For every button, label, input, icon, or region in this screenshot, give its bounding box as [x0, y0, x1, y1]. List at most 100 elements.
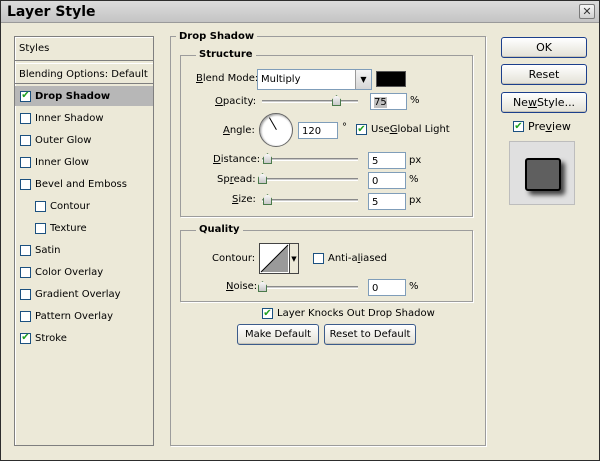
make-default-button[interactable]: Make Default — [237, 324, 319, 345]
size-unit: px — [409, 195, 422, 206]
checkbox-box — [313, 253, 324, 264]
checkbox-box[interactable] — [20, 134, 31, 146]
reset-to-default-button[interactable]: Reset to Default — [324, 324, 416, 345]
contour-picker[interactable] — [259, 243, 290, 274]
spread-input[interactable]: 0 — [368, 172, 406, 189]
distance-unit: px — [409, 155, 422, 166]
angle-label: Angle: — [223, 125, 255, 136]
style-item[interactable]: Inner Shadow — [15, 108, 153, 128]
contour-label: Contour: — [212, 253, 256, 264]
angle-input[interactable]: 120 — [298, 122, 338, 139]
check-icon[interactable]: ✔ — [20, 90, 31, 102]
size-label: Size: — [232, 194, 256, 205]
blending-options-item[interactable]: Blending Options: Default — [15, 63, 153, 84]
style-item[interactable]: Texture — [15, 218, 153, 238]
distance-input[interactable]: 5 — [368, 152, 406, 169]
style-item-label: Color Overlay — [35, 266, 104, 278]
preview-checkbox[interactable]: ✔ Pre v iew — [513, 120, 571, 133]
title-bar[interactable]: Layer Style ✕ — [1, 1, 599, 23]
chevron-down-icon: ▼ — [355, 70, 371, 89]
blending-options-label: Blending Options: Default — [19, 69, 148, 80]
style-item[interactable]: Outer Glow — [15, 130, 153, 150]
contour-linear-icon — [260, 244, 289, 273]
spread-slider[interactable] — [262, 178, 358, 181]
style-item-label: Inner Glow — [35, 156, 89, 168]
contour-dropdown[interactable]: ▼ — [289, 243, 299, 274]
distance-slider[interactable] — [262, 158, 358, 161]
close-icon: ✕ — [582, 5, 592, 18]
checkbox-box[interactable] — [35, 200, 46, 212]
noise-input[interactable]: 0 — [368, 279, 406, 296]
opacity-input[interactable]: 75 — [370, 93, 407, 110]
check-icon: ✔ — [356, 123, 367, 135]
check-icon[interactable]: ✔ — [20, 332, 31, 344]
style-item[interactable]: ✔ Drop Shadow — [15, 86, 153, 106]
ok-button[interactable]: OK — [501, 37, 587, 58]
quality-group — [180, 230, 473, 302]
blend-mode-label: Blend Mode: — [196, 73, 259, 84]
layer-knocks-out-checkbox[interactable]: ✔ Layer Knocks Out Drop Shadow — [262, 308, 435, 319]
styles-list: Styles Blending Options: Default ✔ Drop S… — [14, 36, 154, 446]
style-item[interactable]: Satin — [15, 240, 153, 260]
style-item-label: Gradient Overlay — [35, 288, 121, 300]
styles-header-label: Styles — [19, 43, 50, 54]
check-icon: ✔ — [262, 307, 273, 319]
spread-label: Spread: — [217, 174, 256, 185]
use-global-light-checkbox[interactable]: ✔ Use Global Light — [356, 124, 450, 135]
style-item[interactable]: Inner Glow — [15, 152, 153, 172]
size-input[interactable]: 5 — [368, 193, 406, 210]
chevron-down-icon: ▼ — [291, 254, 297, 263]
structure-title: Structure — [196, 49, 256, 60]
style-item[interactable]: Pattern Overlay — [15, 306, 153, 326]
checkbox-box[interactable] — [20, 266, 31, 278]
style-item-label: Stroke — [35, 332, 67, 344]
style-item[interactable]: Contour — [15, 196, 153, 216]
noise-unit: % — [409, 281, 419, 292]
noise-slider[interactable] — [262, 286, 358, 289]
new-style-button[interactable]: Ne w Style... — [501, 92, 587, 113]
reset-button[interactable]: Reset — [501, 64, 587, 85]
checkbox-box[interactable] — [35, 222, 46, 234]
layer-style-dialog: Layer Style ✕ Styles Blending Options: D… — [0, 0, 600, 461]
checkbox-box[interactable] — [20, 244, 31, 256]
style-item-label: Outer Glow — [35, 134, 92, 146]
style-item-label: Contour — [50, 200, 90, 212]
blend-mode-select[interactable]: Multiply ▼ — [257, 69, 372, 90]
style-item-label: Drop Shadow — [35, 90, 111, 102]
style-item[interactable]: ✔ Stroke — [15, 328, 153, 348]
spread-unit: % — [409, 174, 419, 185]
style-item[interactable]: Color Overlay — [15, 262, 153, 282]
style-item-label: Pattern Overlay — [35, 310, 114, 322]
preview-swatch — [525, 158, 561, 191]
drop-shadow-title: Drop Shadow — [176, 31, 258, 42]
angle-dial[interactable] — [259, 113, 293, 147]
window-title: Layer Style — [7, 4, 96, 20]
anti-aliased-checkbox[interactable]: Anti-a l iased — [313, 253, 387, 264]
style-item[interactable]: Bevel and Emboss — [15, 174, 153, 194]
style-item[interactable]: Gradient Overlay — [15, 284, 153, 304]
checkbox-box[interactable] — [20, 156, 31, 168]
checkbox-box[interactable] — [20, 178, 31, 190]
checkbox-box[interactable] — [20, 310, 31, 322]
shadow-color-swatch[interactable] — [376, 71, 406, 87]
angle-dial-needle — [269, 117, 277, 130]
blend-mode-value: Multiply — [261, 74, 301, 85]
styles-header[interactable]: Styles — [15, 37, 153, 61]
style-item-label: Bevel and Emboss — [35, 178, 127, 190]
opacity-label: Opacity: — [215, 96, 257, 107]
angle-unit: ° — [342, 122, 347, 133]
opacity-slider[interactable] — [262, 100, 358, 103]
close-button[interactable]: ✕ — [579, 4, 595, 19]
noise-label: Noise: — [226, 281, 258, 292]
size-slider[interactable] — [262, 199, 358, 202]
style-preview — [509, 141, 575, 205]
checkbox-box[interactable] — [20, 288, 31, 300]
distance-label: Distance: — [213, 154, 261, 165]
style-item-label: Satin — [35, 244, 61, 256]
style-item-label: Inner Shadow — [35, 112, 104, 124]
checkbox-box[interactable] — [20, 112, 31, 124]
opacity-unit: % — [410, 95, 420, 106]
style-item-label: Texture — [50, 222, 87, 234]
check-icon: ✔ — [513, 120, 524, 132]
quality-title: Quality — [196, 224, 243, 235]
